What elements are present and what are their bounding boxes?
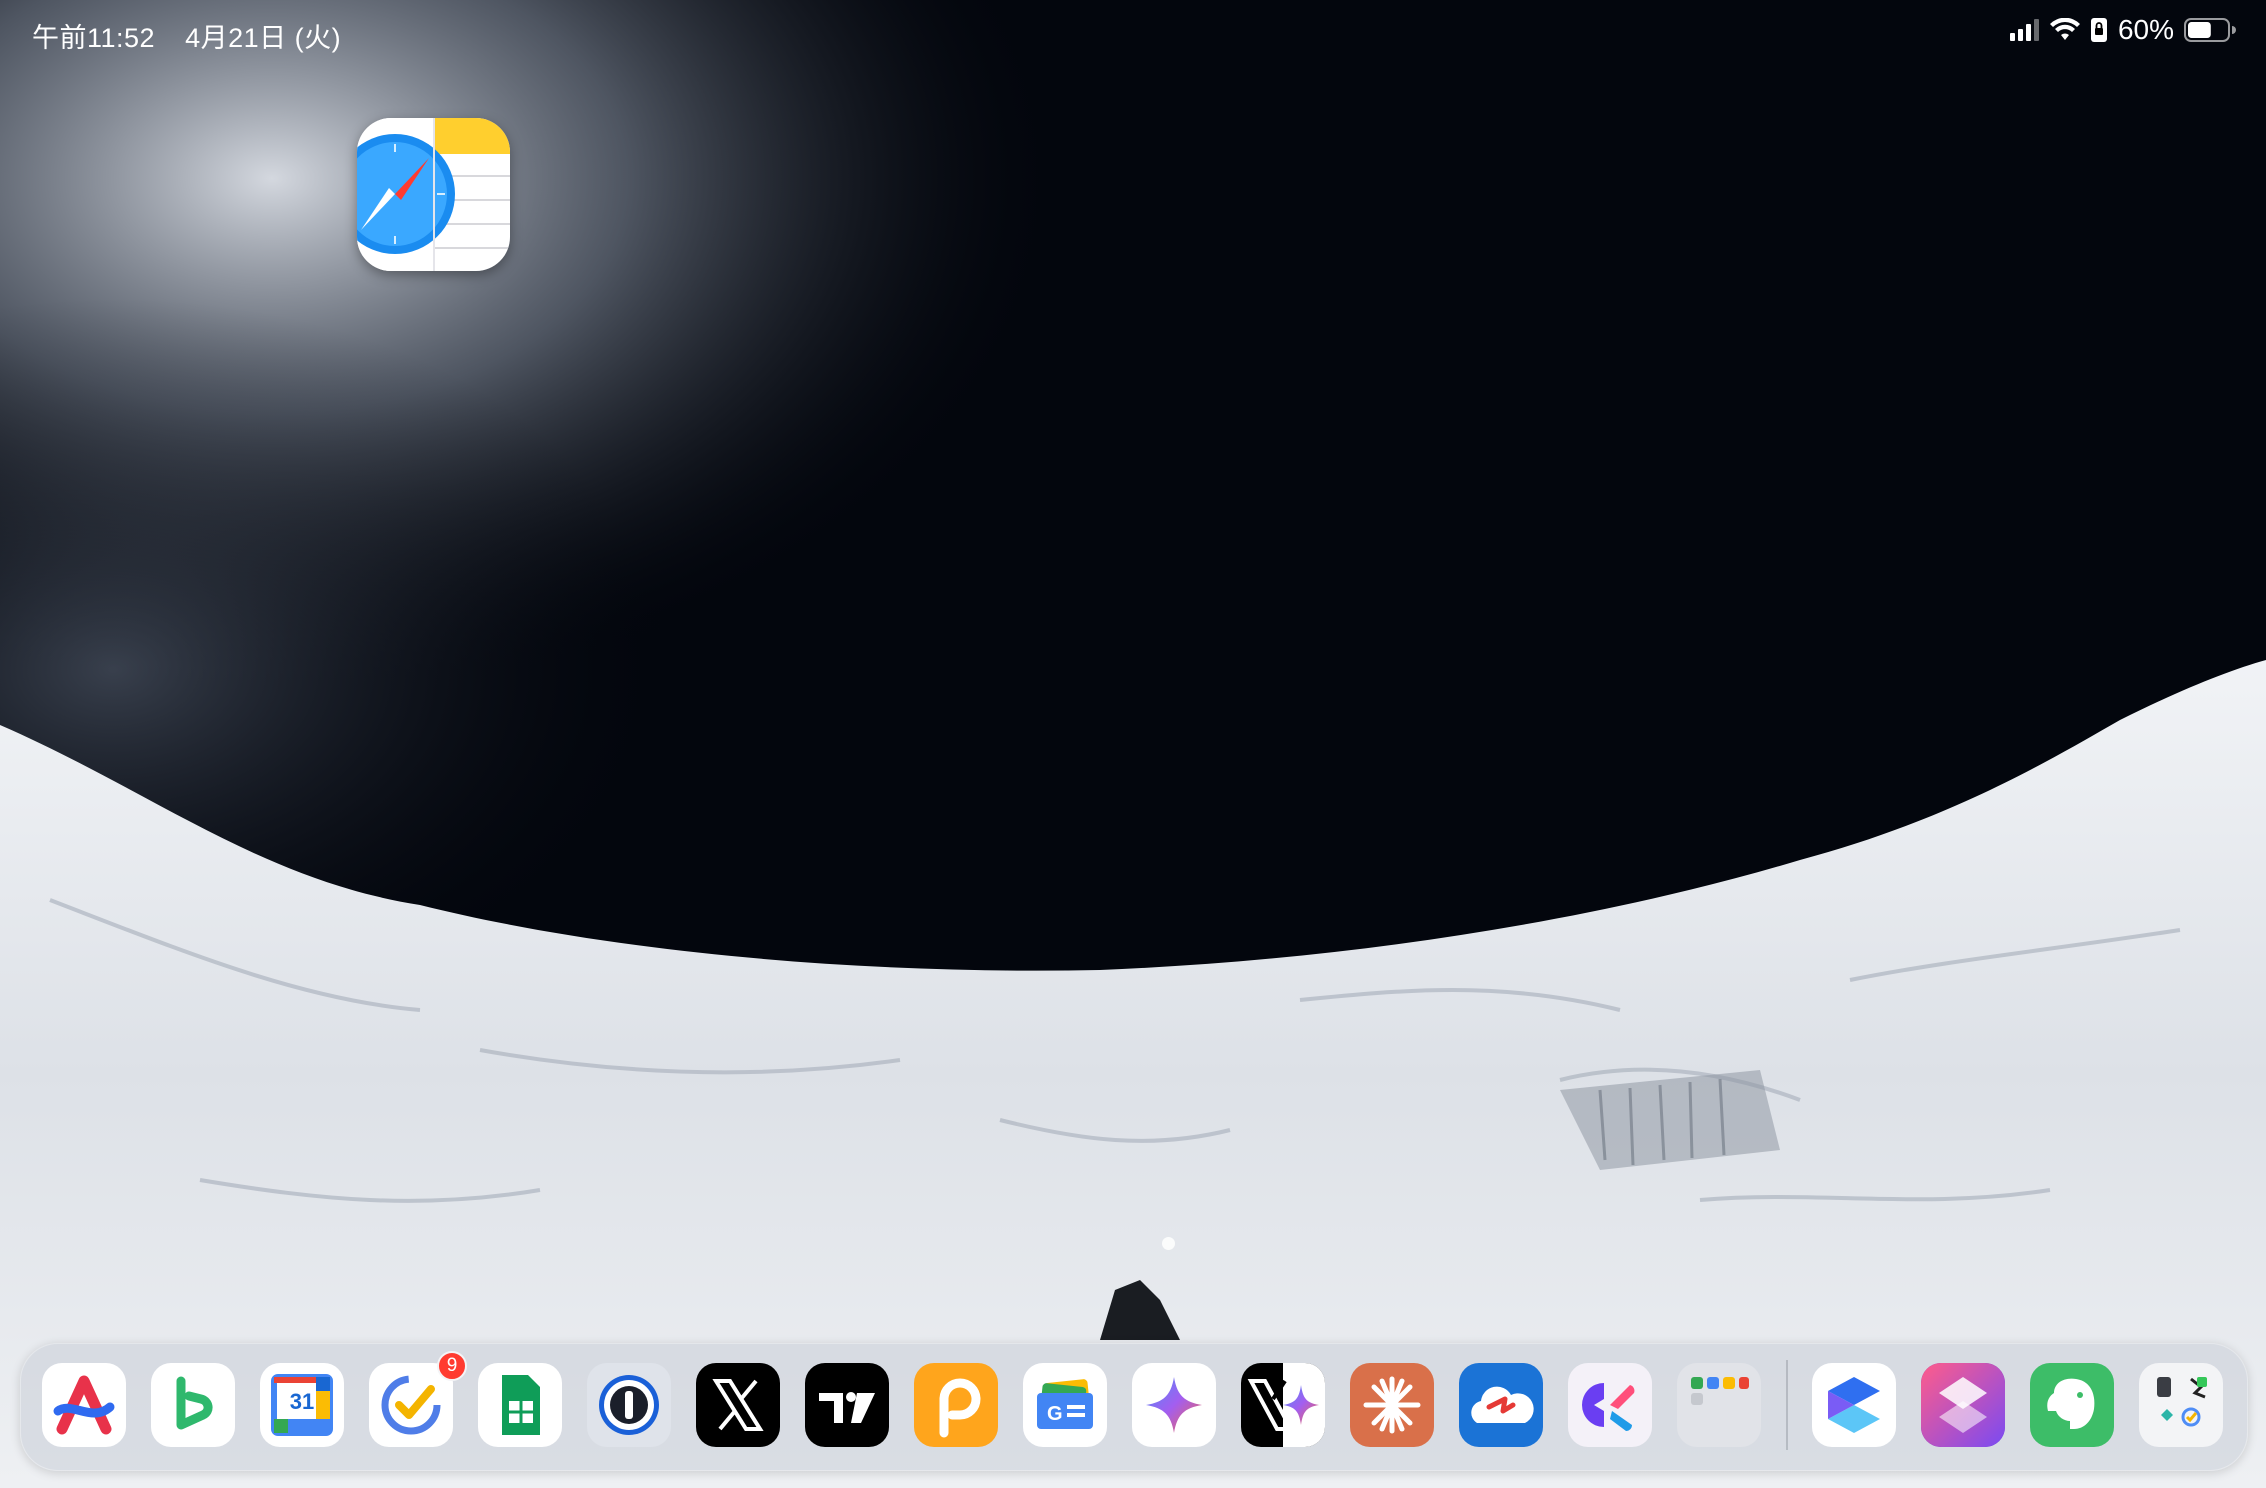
battery-percent: 60% bbox=[2117, 14, 2174, 45]
status-date: 4月21日 (火) bbox=[185, 23, 342, 53]
status-time: 午前11:52 bbox=[32, 23, 156, 53]
google-sheets-icon[interactable] bbox=[478, 1363, 562, 1447]
notification-badge: 9 bbox=[437, 1351, 467, 1381]
page-indicator-dot[interactable] bbox=[1162, 1237, 1175, 1250]
google-news-icon[interactable]: G bbox=[1023, 1363, 1107, 1447]
status-bar: 午前11:52 4月21日 (火) 60% bbox=[0, 0, 2266, 64]
battery-icon bbox=[2184, 18, 2236, 42]
safari-notes-stack-icon[interactable] bbox=[357, 118, 510, 271]
svg-text:G: G bbox=[1047, 1403, 1063, 1425]
wifi-icon bbox=[2049, 18, 2080, 40]
x-gemini-icon[interactable] bbox=[1241, 1363, 1325, 1447]
gemini-icon[interactable] bbox=[1132, 1363, 1216, 1447]
wallpaper bbox=[0, 0, 2266, 1488]
cellular-signal-icon bbox=[2009, 19, 2039, 41]
tradingview-icon[interactable] bbox=[805, 1363, 889, 1447]
status-right: 60% bbox=[2009, 14, 2236, 46]
calendar-date-label: 31 bbox=[289, 1389, 315, 1414]
dock-divider bbox=[1786, 1360, 1788, 1450]
status-left: 午前11:52 4月21日 (火) bbox=[32, 16, 363, 55]
shortcuts-icon[interactable] bbox=[1921, 1363, 2005, 1447]
evernote-icon[interactable] bbox=[2030, 1363, 2114, 1447]
utilities-folder-icon[interactable] bbox=[2139, 1363, 2223, 1447]
x-icon[interactable] bbox=[696, 1363, 780, 1447]
clockify-icon[interactable] bbox=[1568, 1363, 1652, 1447]
p-app-icon[interactable] bbox=[914, 1363, 998, 1447]
weather-cloud-icon[interactable] bbox=[1459, 1363, 1543, 1447]
arc-search-icon[interactable] bbox=[42, 1363, 126, 1447]
app-folder-icon[interactable] bbox=[1677, 1363, 1761, 1447]
claude-icon[interactable] bbox=[1350, 1363, 1434, 1447]
bing-icon[interactable] bbox=[151, 1363, 235, 1447]
google-calendar-icon[interactable]: 31 bbox=[260, 1363, 344, 1447]
onepassword-icon[interactable] bbox=[587, 1363, 671, 1447]
smart-s-icon[interactable] bbox=[1812, 1363, 1896, 1447]
orientation-lock-icon bbox=[2090, 18, 2107, 42]
